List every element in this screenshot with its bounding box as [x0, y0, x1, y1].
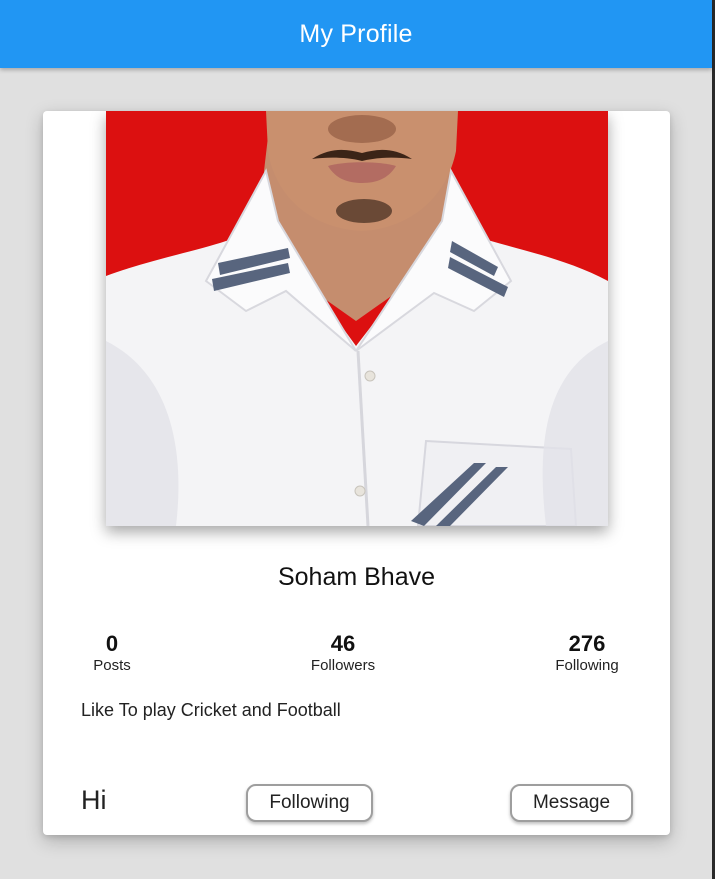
followers-label: Followers: [310, 657, 376, 674]
profile-bio: Like To play Cricket and Football: [81, 700, 341, 720]
stat-followers: 46 Followers: [273, 631, 413, 675]
profile-card: Soham Bhave 0 Posts 46 Followers 276 Fol…: [43, 111, 670, 835]
stat-following: 276 Following: [517, 631, 657, 675]
stat-posts: 0 Posts: [43, 631, 182, 675]
app-bar: My Profile: [0, 0, 712, 68]
followers-count: 46: [330, 631, 356, 656]
following-count: 276: [568, 631, 606, 656]
message-button[interactable]: Message: [510, 784, 633, 822]
profile-photo: [106, 111, 608, 526]
posts-count: 0: [105, 631, 119, 656]
page-title: My Profile: [299, 19, 413, 48]
greeting-text: Hi: [81, 785, 107, 815]
following-button[interactable]: Following: [246, 784, 373, 822]
profile-name: Soham Bhave: [277, 563, 436, 591]
following-label: Following: [555, 657, 619, 674]
posts-label: Posts: [93, 657, 131, 674]
